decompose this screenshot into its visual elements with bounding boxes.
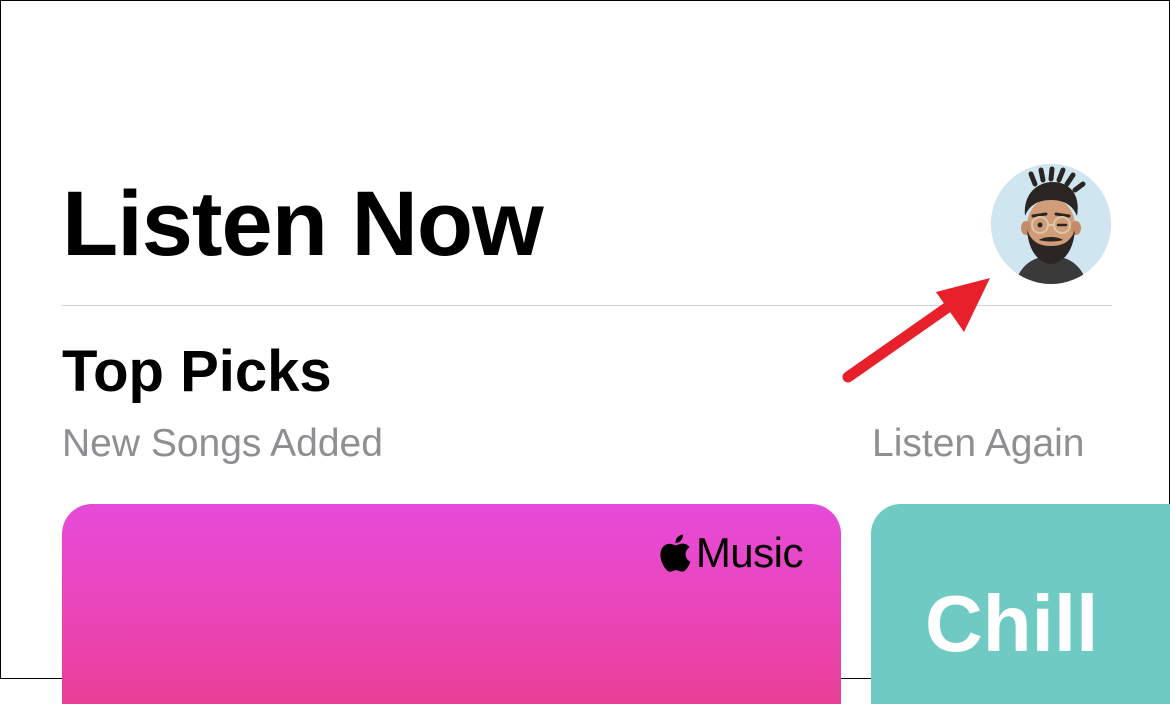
apple-logo-icon xyxy=(660,534,691,572)
profile-avatar[interactable] xyxy=(991,164,1111,284)
memoji-avatar-icon xyxy=(991,164,1111,284)
listen-again-subtitle: Listen Again xyxy=(872,422,1085,465)
section-title: Top Picks xyxy=(62,339,332,404)
apple-music-brand: Music xyxy=(658,529,804,576)
chill-card-label: Chill xyxy=(925,579,1099,668)
section-subtitle: New Songs Added xyxy=(62,422,383,465)
top-pick-card-new-songs[interactable]: Music xyxy=(62,504,841,704)
apple-music-label: Music xyxy=(695,529,804,576)
annotation-arrow-icon xyxy=(842,278,990,383)
top-pick-card-chill[interactable]: Chill xyxy=(871,504,1170,704)
page-title: Listen Now xyxy=(62,173,544,275)
